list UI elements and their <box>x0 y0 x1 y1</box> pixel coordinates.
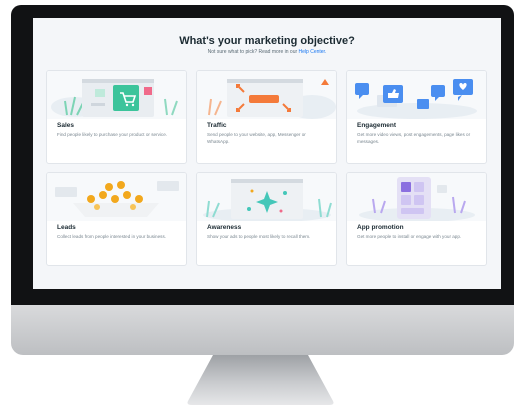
monitor-stand <box>187 355 334 405</box>
objective-description: Find people likely to purchase your prod… <box>57 132 168 137</box>
objective-card-sales[interactable]: Sales Find people likely to purchase you… <box>46 70 187 164</box>
objective-card-app-promotion[interactable]: App promotion Get more people to install… <box>346 172 487 266</box>
objective-title: App promotion <box>357 224 404 231</box>
objective-description: Show your ads to people most likely to r… <box>207 234 311 239</box>
sales-illustration <box>47 71 186 119</box>
objective-title: Traffic <box>207 122 227 129</box>
page-subtitle: Not sure what to pick? Read more in our … <box>207 49 327 55</box>
objective-description: Get more people to install or engage wit… <box>357 234 462 239</box>
objective-card-awareness[interactable]: Awareness Show your ads to people most l… <box>196 172 337 266</box>
traffic-illustration <box>197 71 336 119</box>
objective-card-engagement[interactable]: Engagement Get more video views, post en… <box>346 70 487 164</box>
app-promotion-illustration <box>347 173 486 221</box>
objective-title: Awareness <box>207 224 242 231</box>
objective-description: Collect leads from people interested in … <box>57 234 167 239</box>
monitor-screen: What's your marketing objective? Not sur… <box>33 18 501 289</box>
awareness-illustration <box>197 173 336 221</box>
monitor-chin <box>11 305 514 355</box>
leads-illustration <box>47 173 186 221</box>
objective-card-leads[interactable]: Leads Collect leads from people interest… <box>46 172 187 266</box>
objective-title: Engagement <box>357 122 397 129</box>
engagement-illustration <box>347 71 486 119</box>
objective-card-traffic[interactable]: Traffic Send people to your website, app… <box>196 70 337 164</box>
objective-title: Sales <box>57 122 74 129</box>
page-title: What's your marketing objective? <box>179 35 355 47</box>
objective-description: Get more video views, post engagements, … <box>357 132 471 144</box>
objective-title: Leads <box>57 224 76 231</box>
help-center-link[interactable]: Help Center. <box>299 49 327 55</box>
mobile-app-icon <box>397 177 431 219</box>
objective-description: Send people to your website, app, Messen… <box>207 132 306 144</box>
